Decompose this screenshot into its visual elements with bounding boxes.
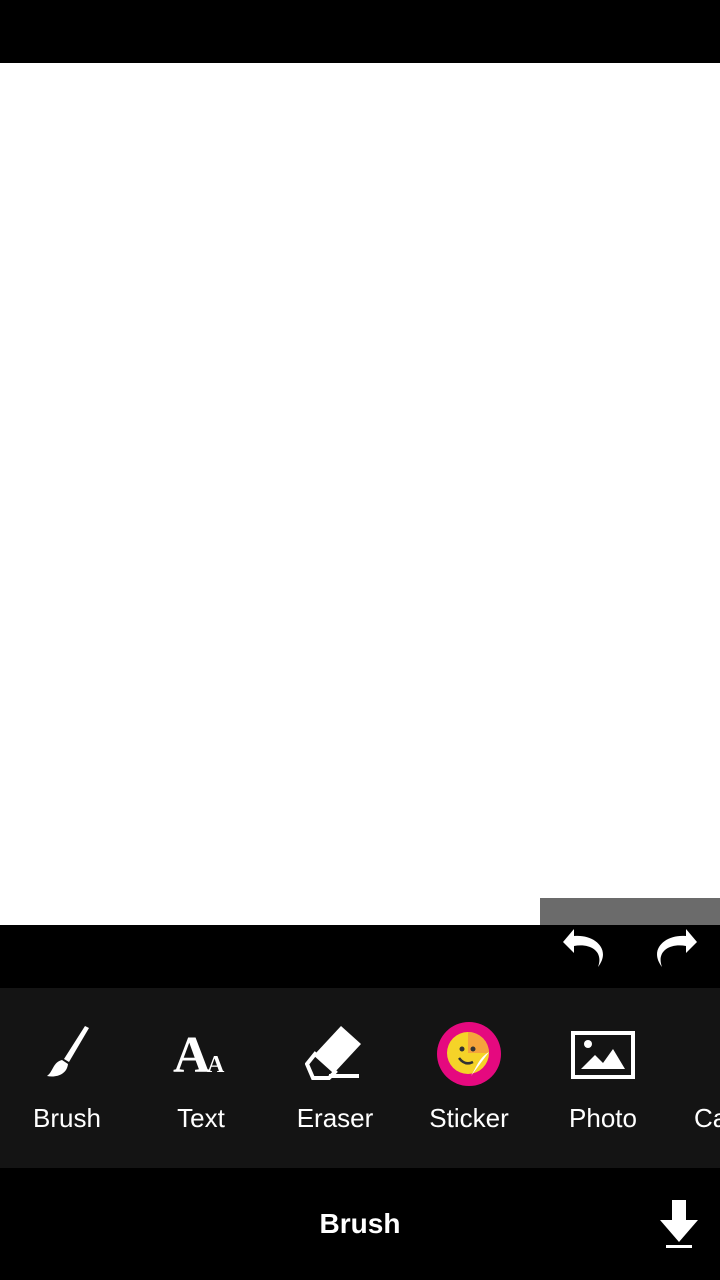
tool-sticker[interactable]: Sticker bbox=[402, 988, 536, 1168]
tool-label: Text bbox=[177, 1103, 225, 1133]
svg-text:A: A bbox=[173, 1027, 211, 1082]
tool-text[interactable]: A A Text bbox=[134, 988, 268, 1168]
download-button[interactable] bbox=[658, 1200, 700, 1250]
tool-label: Sticker bbox=[429, 1103, 509, 1133]
canvas-overlay-strip bbox=[540, 898, 720, 925]
svg-text:A: A bbox=[207, 1052, 225, 1078]
tool-bar: Brush A A Text Eraser Sticker Photo C bbox=[0, 988, 720, 1168]
tool-eraser[interactable]: Eraser bbox=[268, 988, 402, 1168]
current-tool-title: Brush bbox=[319, 1208, 401, 1239]
bottom-bar: Brush bbox=[0, 1168, 720, 1280]
camera-icon bbox=[707, 1036, 720, 1086]
text-icon: A A bbox=[173, 1027, 225, 1082]
tool-label: Ca bbox=[694, 1103, 720, 1133]
brush-icon bbox=[47, 1026, 89, 1077]
history-bar bbox=[0, 925, 720, 988]
tool-label: Brush bbox=[33, 1103, 101, 1133]
redo-button[interactable] bbox=[650, 925, 700, 970]
undo-icon bbox=[563, 929, 603, 967]
tool-label: Photo bbox=[569, 1103, 637, 1133]
drawing-canvas[interactable] bbox=[0, 63, 720, 925]
undo-button[interactable] bbox=[560, 925, 610, 970]
tool-photo[interactable]: Photo bbox=[536, 988, 670, 1168]
tool-camera[interactable]: Ca bbox=[670, 988, 720, 1168]
tool-brush[interactable]: Brush bbox=[0, 988, 134, 1168]
tool-label: Eraser bbox=[296, 1103, 374, 1133]
sticker-icon bbox=[437, 1022, 501, 1086]
photo-icon bbox=[571, 1031, 635, 1079]
redo-icon bbox=[657, 929, 697, 967]
download-icon bbox=[660, 1200, 698, 1248]
eraser-icon bbox=[305, 1026, 361, 1080]
top-bar bbox=[0, 0, 720, 63]
